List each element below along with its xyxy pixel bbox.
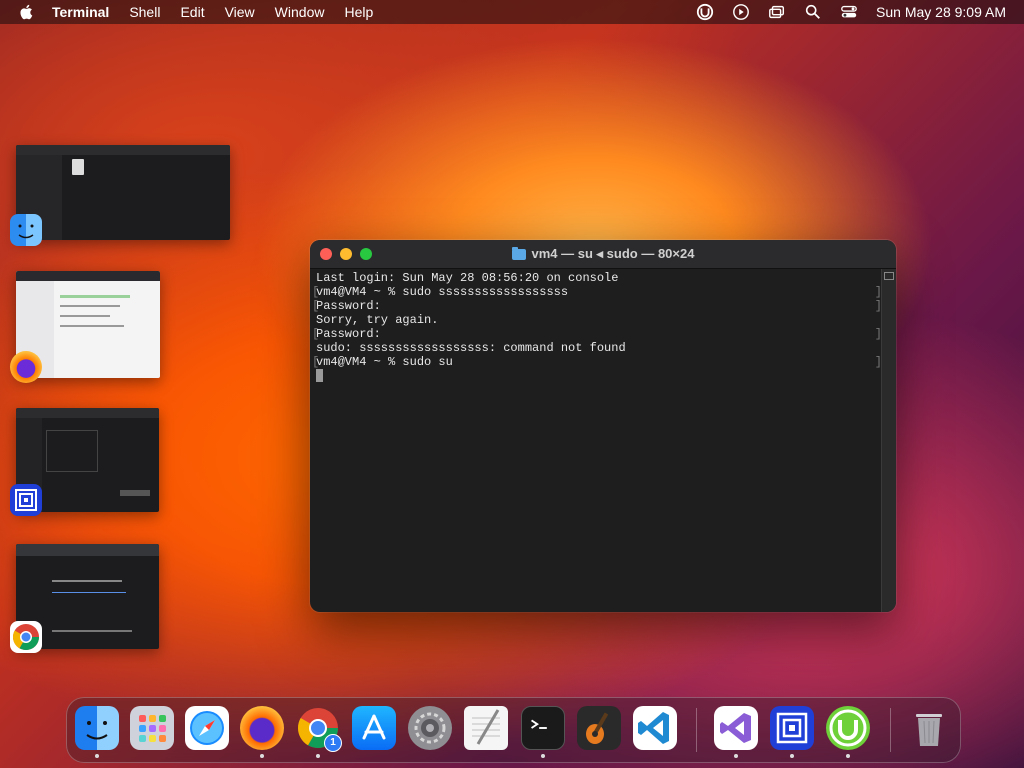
minimize-button[interactable] [340, 248, 352, 260]
dock-running-dot [541, 754, 545, 758]
dock-app-store-icon[interactable] [352, 706, 396, 750]
menubar-status-area: Sun May 28 9:09 AM [696, 3, 1006, 21]
dock-safari-icon[interactable] [185, 706, 229, 750]
dock-visual-studio-icon[interactable] [714, 706, 758, 750]
terminal-line: Password: [316, 327, 381, 341]
dock-textedit-icon[interactable] [464, 706, 508, 750]
zoom-button[interactable] [360, 248, 372, 260]
dock-separator [696, 708, 697, 752]
menu-bar: Terminal Shell Edit View Window Help Sun… [0, 0, 1024, 24]
dock-chrome-icon[interactable]: 1 [296, 706, 342, 752]
chrome-notification-badge: 1 [324, 734, 342, 752]
terminal-line-wrap: [vm4@VM4 ~ % sudo ssssssssssssssssss] [312, 285, 882, 299]
dock-firefox-icon[interactable] [240, 706, 284, 750]
terminal-line: Sorry, try again. [316, 313, 439, 327]
dock-garageband-icon[interactable] [577, 706, 621, 750]
utorrent-menu-icon[interactable] [696, 3, 714, 21]
stage-thumb-finder[interactable] [16, 145, 230, 240]
dock-running-dot [734, 754, 738, 758]
dock-running-dot [846, 754, 850, 758]
menu-view[interactable]: View [225, 4, 255, 20]
play-icon[interactable] [732, 3, 750, 21]
terminal-line-wrap: [Password:] [312, 299, 882, 313]
terminal-line: Password: [316, 299, 381, 313]
terminal-line-wrap: [vm4@VM4 ~ % sudo su] [312, 355, 882, 369]
terminal-window[interactable]: vm4 — su ◂ sudo — 80×24 Last login: Sun … [310, 240, 896, 612]
prompt-line [316, 369, 876, 383]
menu-edit[interactable]: Edit [180, 4, 204, 20]
stage-utm-icon[interactable] [10, 484, 42, 516]
text-cursor [316, 369, 323, 382]
dock-utorrent-icon[interactable] [826, 706, 870, 750]
terminal-line: Last login: Sun May 28 08:56:20 on conso… [316, 271, 619, 285]
dock-utm-icon[interactable] [770, 706, 814, 750]
dock-launchpad-icon[interactable] [130, 706, 174, 750]
terminal-line: vm4@VM4 ~ % sudo su [316, 355, 453, 369]
menu-help[interactable]: Help [344, 4, 373, 20]
terminal-line: sudo: ssssssssssssssssss: command not fo… [316, 341, 626, 355]
screen-mirroring-icon[interactable] [768, 3, 786, 21]
dock-system-settings-icon[interactable] [408, 706, 452, 750]
terminal-output[interactable]: Last login: Sun May 28 08:56:20 on conso… [310, 269, 882, 612]
dock-trash-icon[interactable] [907, 706, 951, 750]
apple-menu-icon[interactable] [18, 3, 36, 21]
dock-finder-icon[interactable] [75, 706, 119, 750]
dock-vscode-icon[interactable] [633, 706, 677, 750]
dock-running-dot [95, 754, 99, 758]
menubar-clock[interactable]: Sun May 28 9:09 AM [876, 4, 1006, 20]
dock-separator [890, 708, 891, 752]
terminal-titlebar[interactable]: vm4 — su ◂ sudo — 80×24 [310, 240, 896, 269]
dock-running-dot [790, 754, 794, 758]
dock-running-dot [260, 754, 264, 758]
stage-firefox-icon[interactable] [10, 351, 42, 383]
stage-finder-icon[interactable] [10, 214, 42, 246]
window-title: vm4 — su ◂ sudo — 80×24 [310, 246, 896, 262]
dock: 1 [66, 697, 961, 763]
terminal-line: vm4@VM4 ~ % sudo ssssssssssssssssss [316, 285, 569, 299]
scrollbar-icon [884, 272, 894, 280]
stage-chrome-icon[interactable] [10, 621, 42, 653]
menu-shell[interactable]: Shell [129, 4, 160, 20]
menu-app-terminal[interactable]: Terminal [52, 4, 109, 20]
terminal-scrollbar[interactable] [881, 269, 896, 612]
menu-window[interactable]: Window [275, 4, 325, 20]
close-button[interactable] [320, 248, 332, 260]
terminal-line-wrap: [Password:] [312, 327, 882, 341]
dock-running-dot [316, 754, 320, 758]
dock-terminal-icon[interactable] [521, 706, 565, 750]
spotlight-search-icon[interactable] [804, 3, 822, 21]
folder-icon [511, 246, 526, 260]
control-center-icon[interactable] [840, 3, 858, 21]
